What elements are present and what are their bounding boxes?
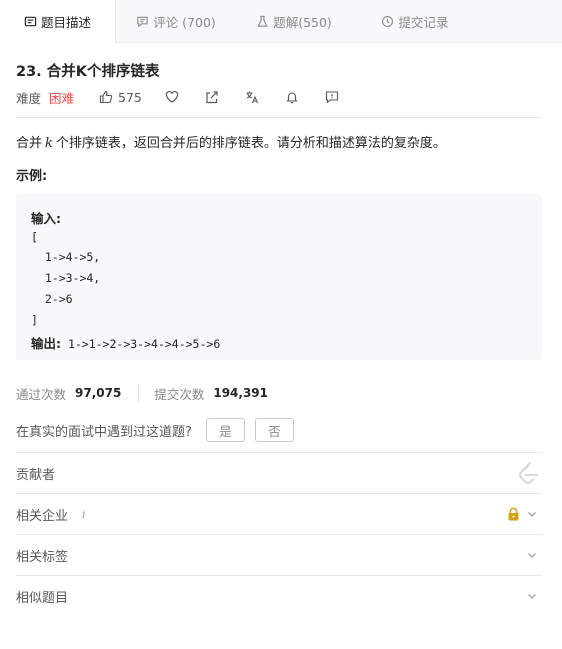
tab-comments-label: 评论 (700)	[153, 15, 216, 30]
submissions-count: 194,391	[213, 386, 268, 400]
tab-solutions[interactable]: 题解(550)	[236, 0, 352, 43]
interview-no-button[interactable]: 否	[255, 418, 294, 442]
example-input-label: 输入:	[31, 211, 61, 226]
tags-section[interactable]: 相关标签	[16, 535, 542, 575]
example-input-line: 1->4->5,	[31, 250, 101, 264]
difficulty-label: 难度	[16, 90, 42, 106]
notification-button[interactable]	[285, 87, 299, 107]
like-button[interactable]: 575	[99, 87, 142, 107]
similar-problems-section[interactable]: 相似题目	[16, 576, 542, 616]
chevron-down-icon	[528, 553, 536, 558]
companies-label: 相关企业	[16, 508, 69, 524]
bell-icon	[286, 92, 298, 104]
translate-icon	[246, 91, 259, 104]
clock-icon	[382, 16, 394, 27]
comment-icon	[137, 16, 148, 28]
tags-label: 相关标签	[16, 549, 69, 565]
heart-icon	[165, 90, 179, 103]
similar-problems-label: 相似题目	[16, 590, 69, 606]
flask-icon	[257, 15, 268, 27]
description-icon	[24, 16, 37, 27]
thumbs-up-icon	[99, 90, 113, 104]
description-variable: k	[45, 136, 53, 151]
example-input-line: ]	[31, 313, 38, 327]
contributors-label: 贡献者	[16, 467, 56, 483]
info-icon[interactable]: i	[82, 508, 86, 521]
interview-question: 在真实的面试中遇到过这道题?	[16, 424, 192, 440]
favorite-button[interactable]	[165, 87, 179, 107]
tab-submissions[interactable]: 提交记录	[352, 0, 478, 43]
translate-button[interactable]	[245, 87, 259, 107]
example-input-line: 1->3->4,	[31, 271, 101, 285]
interview-yes-button[interactable]: 是	[206, 418, 245, 442]
feedback-button[interactable]	[325, 87, 339, 107]
contributors-section[interactable]: 贡献者	[16, 453, 542, 493]
problem-description: 合并 k 个排序链表，返回合并后的排序链表。请分析和描述算法的复杂度。	[16, 132, 446, 151]
share-button[interactable]	[205, 87, 219, 107]
submission-stats: 通过次数 97,075 提交次数 194,391	[16, 384, 268, 402]
chevron-down-icon	[528, 594, 536, 599]
submissions-label: 提交次数	[154, 386, 205, 402]
stats-separator	[138, 384, 140, 402]
example-output-value: 1->1->2->3->4->4->5->6	[67, 337, 221, 351]
example-output-label: 输出:	[31, 336, 61, 351]
tab-description[interactable]: 题目描述	[0, 0, 116, 43]
example-label: 示例:	[16, 169, 48, 184]
accepted-count: 97,075	[75, 386, 122, 400]
tab-bar: 题目描述 评论 (700) 题解(550) 提交记录	[0, 0, 562, 43]
feedback-icon	[325, 91, 339, 104]
description-text-post: 个排序链表，返回合并后的排序链表。请分析和描述算法的复杂度。	[55, 136, 446, 151]
description-text-pre: 合并	[16, 136, 43, 151]
example-code-block: 输入: [ 1->4->5, 1->3->4, 2->6 ] 输出: 1->1-…	[16, 194, 542, 360]
difficulty-badge: 困难	[49, 90, 75, 106]
like-count: 575	[118, 89, 142, 105]
lock-icon	[508, 507, 519, 521]
example-input-line: 2->6	[31, 292, 73, 306]
tab-comments[interactable]: 评论 (700)	[116, 0, 236, 43]
tab-submissions-label: 提交记录	[398, 15, 449, 30]
problem-title: 23. 合并K个排序链表	[16, 64, 160, 80]
tab-solutions-label: 题解(550)	[273, 15, 332, 30]
example-input-line: [	[31, 230, 38, 244]
companies-section[interactable]: 相关企业 i	[16, 494, 542, 534]
divider	[16, 117, 542, 118]
leetcode-logo-icon	[518, 461, 539, 485]
tab-description-label: 题目描述	[40, 15, 91, 30]
chevron-down-icon	[528, 512, 536, 517]
share-icon	[206, 91, 218, 104]
difficulty-row: 难度 困难	[16, 87, 74, 107]
accepted-label: 通过次数	[16, 386, 67, 402]
